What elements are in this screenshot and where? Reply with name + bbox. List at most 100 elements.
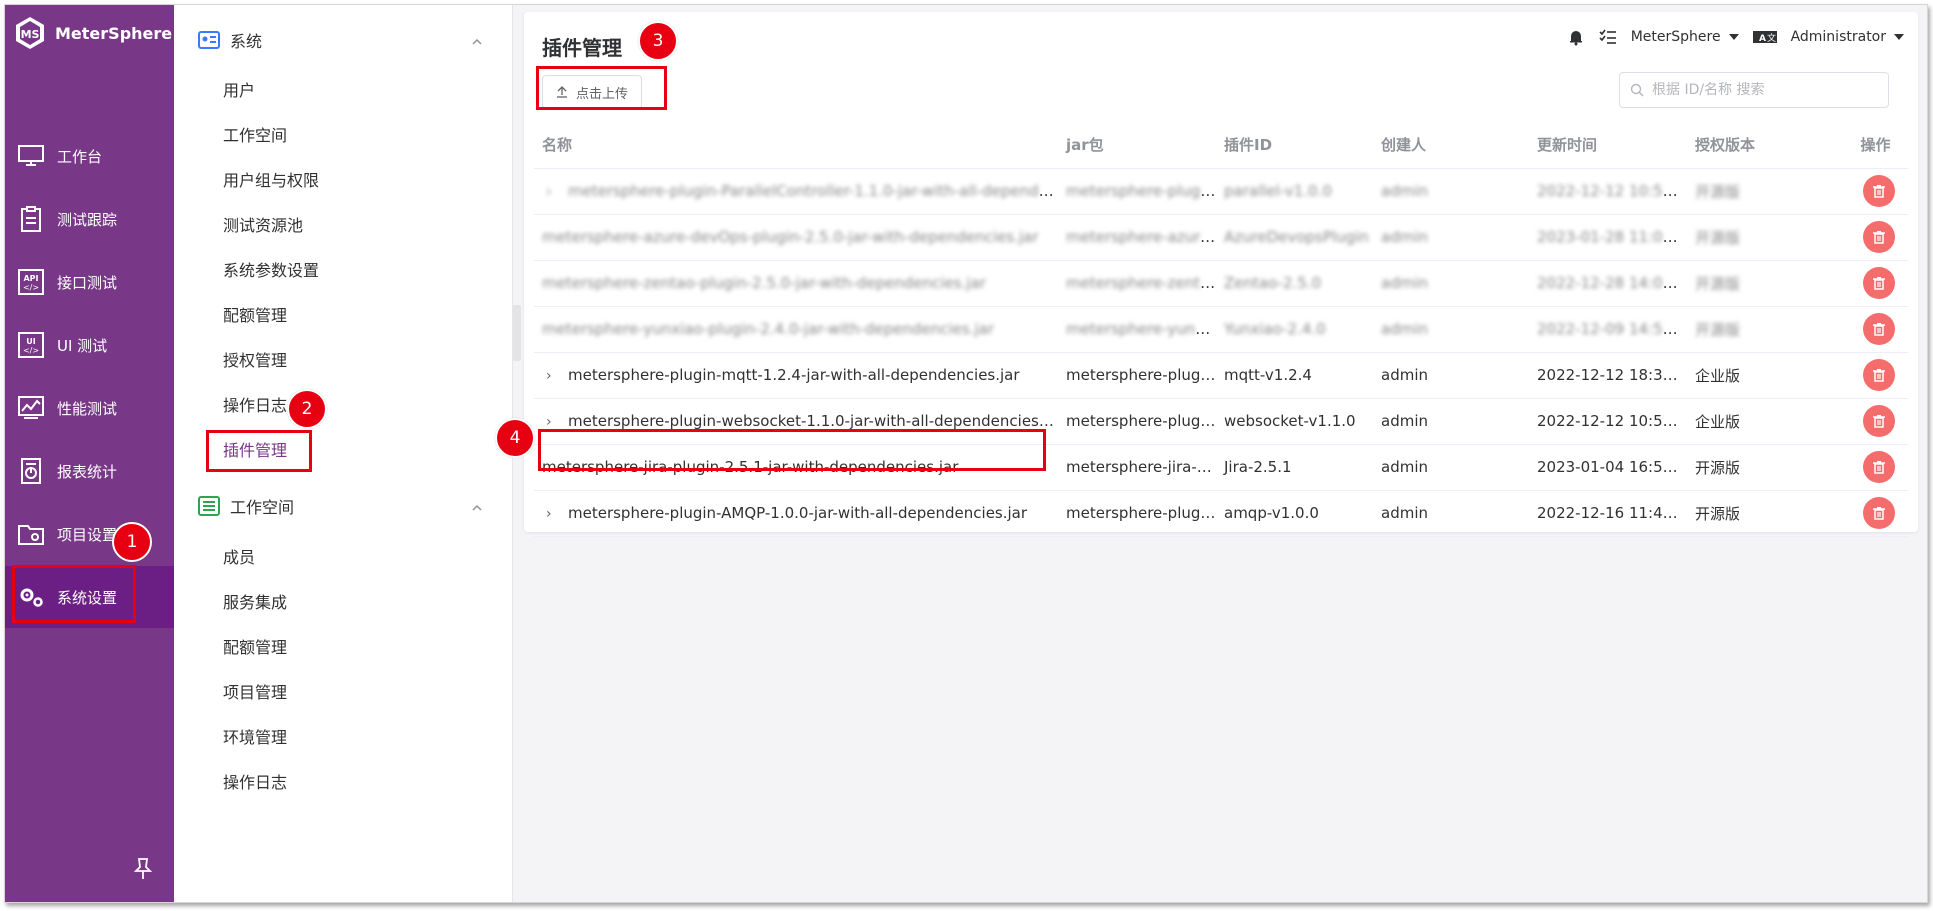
cell-text: 2023-01-04 16:55:31 <box>1537 458 1687 476</box>
table-row[interactable]: metersphere-zentao-plugin-2.5.0-jar-with… <box>534 260 1908 307</box>
nav-item-test-track[interactable]: 测试跟踪 <box>5 188 174 250</box>
annotation-badge-1: 1 <box>112 522 152 562</box>
cell-updated: 2022-12-09 14:52:00 <box>1529 306 1687 353</box>
nav-item-system-settings[interactable]: 系统设置 <box>5 566 174 628</box>
delete-button[interactable] <box>1862 175 1895 207</box>
table-row[interactable]: › metersphere-plugin-AMQP-1.0.0-jar-with-… <box>534 490 1908 537</box>
nav-item-api-test[interactable]: API </> 接口测试 <box>5 251 174 313</box>
submenu-group-system[interactable]: 系统 <box>198 25 262 55</box>
cell-text: metersphere-plugin-AMQP-1.0.0-jar-with-a… <box>568 504 1028 522</box>
search-input[interactable] <box>1652 82 1872 98</box>
col-jar[interactable]: jar包 <box>1058 122 1216 169</box>
submenu-item-plugin-management[interactable]: 插件管理 <box>223 436 287 466</box>
cell-id: Yunxiao-2.4.0 <box>1216 306 1373 353</box>
delete-button[interactable] <box>1862 405 1895 437</box>
user-menu[interactable]: Administrator <box>1791 29 1904 45</box>
table-row[interactable]: › metersphere-plugin-websocket-1.1.0-jar-… <box>534 398 1908 445</box>
cell-text: websocket-v1.1.0 <box>1224 412 1356 430</box>
submenu-item-license[interactable]: 授权管理 <box>223 346 287 376</box>
cell-text: 企业版 <box>1695 412 1741 431</box>
cell-text: metersphere-yunxiao-plugin-2.4.0-jar-wit… <box>542 320 995 338</box>
app-window: MS MeterSphere 工作台 测试跟踪 API </> 接口测试 UI </… <box>4 4 1928 903</box>
nav-item-report[interactable]: 报表统计 <box>5 440 174 502</box>
chevron-up-icon[interactable] <box>472 503 482 513</box>
delete-button[interactable] <box>1862 451 1895 483</box>
submenu-item-resource-pool[interactable]: 测试资源池 <box>223 211 303 241</box>
upload-label: 点击上传 <box>575 86 628 102</box>
svg-text:API: API <box>23 274 38 283</box>
submenu-item-projects[interactable]: 项目管理 <box>223 678 287 708</box>
id-card-icon <box>198 31 220 49</box>
panel-splitter[interactable] <box>513 305 521 361</box>
expand-row-icon[interactable]: › <box>546 368 564 384</box>
pin-icon[interactable] <box>133 857 153 881</box>
submenu-item-environments[interactable]: 环境管理 <box>223 723 287 753</box>
delete-button[interactable] <box>1862 267 1895 299</box>
nav-item-workbench[interactable]: 工作台 <box>5 125 174 187</box>
nav-item-ui-test[interactable]: UI </> UI 测试 <box>5 314 174 376</box>
submenu-item-users[interactable]: 用户 <box>223 76 255 106</box>
submenu-item-user-groups[interactable]: 用户组与权限 <box>223 166 319 196</box>
cell-text: 2022-12-09 14:52:00 <box>1537 320 1687 338</box>
submenu-item-integration[interactable]: 服务集成 <box>223 588 287 618</box>
cell-text: admin <box>1381 228 1428 246</box>
cell-text: 2022-12-16 11:42:19 <box>1537 504 1687 522</box>
cell-jar: metersphere-plugin-ParallelController <box>1058 168 1216 215</box>
col-updated[interactable]: 更新时间 <box>1529 122 1687 169</box>
list-icon <box>198 496 220 516</box>
cell-creator: admin <box>1373 214 1529 261</box>
cell-creator: admin <box>1373 306 1529 353</box>
ui-icon: UI </> <box>17 331 45 359</box>
submenu-item-workspace[interactable]: 工作空间 <box>223 121 287 151</box>
table-row[interactable]: metersphere-yunxiao-plugin-2.4.0-jar-wit… <box>534 306 1908 353</box>
cell-text: admin <box>1381 182 1428 200</box>
cell-jar: metersphere-plugin-websocket <box>1058 398 1216 445</box>
submenu-item-ws-quota[interactable]: 配额管理 <box>223 633 287 663</box>
cell-text: metersphere-jira-plugin-2.5.1-jar-with-d… <box>542 458 959 476</box>
cell-text: 开源版 <box>1695 320 1741 339</box>
upload-button[interactable]: 点击上传 <box>542 75 642 109</box>
cell-name: › metersphere-plugin-AMQP-1.0.0-jar-with-… <box>534 490 1058 537</box>
search-box[interactable] <box>1619 72 1889 108</box>
submenu-item-ws-operation-log[interactable]: 操作日志 <box>223 768 287 798</box>
col-creator[interactable]: 创建人 <box>1373 122 1529 169</box>
submenu-item-system-params[interactable]: 系统参数设置 <box>223 256 319 286</box>
trash-icon <box>1872 415 1885 428</box>
cell-jar: metersphere-yunxiao <box>1058 306 1216 353</box>
delete-button[interactable] <box>1862 221 1895 253</box>
cell-name: metersphere-azure-devOps-plugin-2.5.0-ja… <box>534 214 1058 261</box>
chevron-up-icon[interactable] <box>472 37 482 47</box>
table-row[interactable]: › metersphere-plugin-mqtt-1.2.4-jar-with-… <box>534 352 1908 399</box>
expand-row-icon[interactable]: › <box>546 414 564 430</box>
submenu-item-quota[interactable]: 配额管理 <box>223 301 287 331</box>
col-name[interactable]: 名称 <box>534 122 1058 169</box>
expand-row-icon[interactable]: › <box>546 184 564 200</box>
delete-button[interactable] <box>1862 313 1895 345</box>
col-plugin-id[interactable]: 插件ID <box>1216 122 1373 169</box>
col-license[interactable]: 授权版本 <box>1687 122 1843 169</box>
bell-icon[interactable] <box>1567 28 1585 46</box>
table-row[interactable]: metersphere-jira-plugin-2.5.1-jar-with-d… <box>534 444 1908 491</box>
language-icon[interactable]: A文 <box>1752 29 1777 45</box>
delete-button[interactable] <box>1862 497 1895 529</box>
cell-text: metersphere-zentao <box>1066 274 1216 292</box>
annotation-badge-2: 2 <box>287 389 327 429</box>
project-switcher[interactable]: MeterSphere <box>1631 29 1739 45</box>
delete-button[interactable] <box>1862 359 1895 391</box>
table-row[interactable]: › metersphere-plugin-ParallelController-1… <box>534 168 1908 215</box>
app-name: MeterSphere <box>55 23 173 43</box>
task-list-icon[interactable] <box>1599 28 1617 46</box>
table-row[interactable]: metersphere-azure-devOps-plugin-2.5.0-ja… <box>534 214 1908 261</box>
submenu-item-members[interactable]: 成员 <box>223 543 255 573</box>
cell-creator: admin <box>1373 260 1529 307</box>
submenu-group-workspace[interactable]: 工作空间 <box>198 491 294 521</box>
nav-item-performance-test[interactable]: 性能测试 <box>5 377 174 439</box>
app-logo: MS MeterSphere <box>13 13 172 53</box>
cell-text: metersphere-plugin-websocket-1.1.0-jar-w… <box>568 412 1058 430</box>
report-icon <box>17 457 45 485</box>
svg-text:文: 文 <box>1767 32 1776 44</box>
submenu-item-operation-log[interactable]: 操作日志 <box>223 391 287 421</box>
expand-row-icon[interactable]: › <box>546 506 564 522</box>
cell-name: metersphere-yunxiao-plugin-2.4.0-jar-wit… <box>534 306 1058 353</box>
cell-text: 企业版 <box>1695 366 1741 385</box>
